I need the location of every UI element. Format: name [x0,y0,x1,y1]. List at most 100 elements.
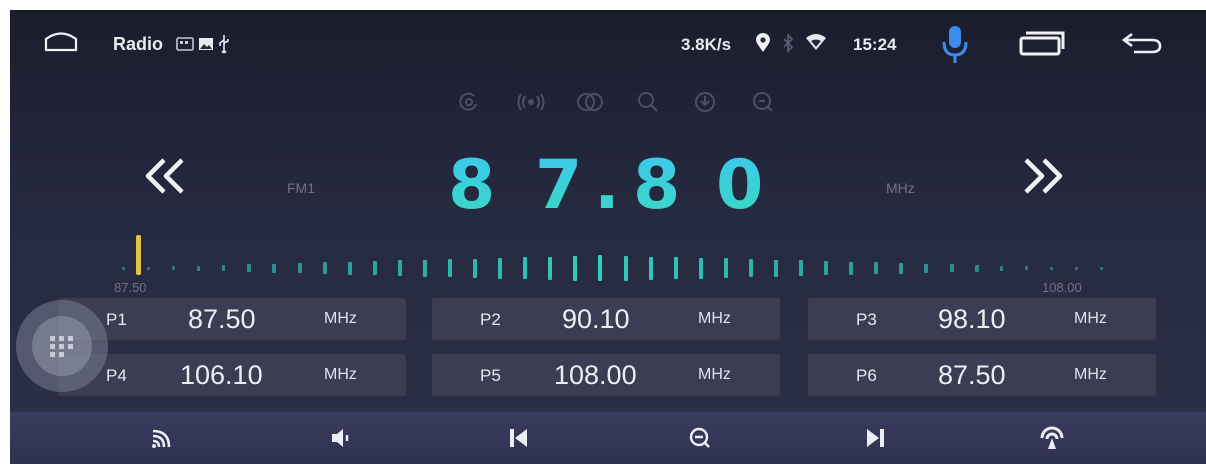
scale-tick [222,265,226,271]
stereo-icon[interactable] [517,90,545,114]
antenna-icon[interactable] [1038,424,1066,452]
frequency-digit: 8 [448,146,496,225]
preset-p3[interactable]: P3 98.10 MHz [808,298,1156,340]
scale-tick [297,263,302,273]
preset-p2[interactable]: P2 90.10 MHz [432,298,780,340]
preset-p5[interactable]: P5 108.00 MHz [432,354,780,396]
floating-menu-button[interactable] [16,300,108,392]
preset-label: P5 [480,366,501,385]
rds-icon[interactable] [457,90,481,114]
preset-frequency: 87.50 [938,360,1006,390]
preset-label: P1 [106,310,127,329]
scale-tick [698,257,703,279]
preset-label: P2 [480,310,501,329]
radio-screen: Radio 3.8K/s 15:24 FM1 8 7 . 8 0 MHz 87.… [10,10,1206,464]
scale-tick [448,259,452,277]
preset-frequency: 108.00 [554,360,637,390]
scale-tick [799,260,804,276]
recent-apps-icon[interactable] [1018,30,1066,56]
seek-forward-icon[interactable] [1020,156,1066,196]
clock: 15:24 [853,35,897,54]
image-icon [199,38,213,50]
loc-dx-icon[interactable] [575,90,605,114]
scale-tick [999,265,1003,271]
status-bar: Radio 3.8K/s 15:24 [10,10,1206,76]
volume-icon[interactable] [328,424,356,452]
scale-tick [573,255,578,281]
scale-min-label: 87.50 [114,280,147,295]
scale-tick [924,263,929,273]
scale-tick [899,262,904,274]
network-speed: 3.8K/s [681,35,732,54]
search-icon[interactable] [636,90,660,114]
back-icon[interactable] [1120,30,1164,56]
usb-icon [219,35,229,54]
frequency-digit: 0 [716,146,764,225]
preset-label: P6 [856,366,877,385]
scale-tick [723,258,728,278]
band-label: FM1 [287,180,315,196]
scale-tick [598,255,603,281]
sd-card-icon [176,37,194,51]
preset-unit: MHz [698,310,731,327]
scale-tick [974,264,979,272]
scale-tick [1049,266,1053,270]
bottom-control-bar [10,412,1206,464]
zoom-out-icon[interactable] [686,424,714,452]
signal-icon[interactable] [148,424,176,452]
zoom-icon[interactable] [751,90,775,114]
preset-p4[interactable]: P4 106.10 MHz [58,354,406,396]
seek-backward-icon[interactable] [142,156,188,196]
frequency-digit: 8 [633,146,681,225]
preset-frequency: 87.50 [188,304,256,334]
frequency-decimal-point: . [594,146,620,225]
preset-unit: MHz [324,366,357,383]
preset-unit: MHz [698,366,731,383]
scale-tick [648,256,653,280]
scale-tick [172,266,176,270]
frequency-unit: MHz [886,180,915,196]
scale-tick [473,258,478,278]
preset-unit: MHz [324,310,357,327]
frequency-digit: 7 [535,146,583,225]
previous-icon[interactable] [505,424,533,452]
scale-tick [1024,266,1028,270]
preset-frequency: 98.10 [938,304,1006,334]
scale-tick [949,264,954,272]
scale-tick [197,265,201,271]
scale-tick [322,262,327,274]
scale-tick [347,261,352,275]
scale-tick [422,259,427,277]
preset-p1[interactable]: P1 87.50 MHz [58,298,406,340]
scale-tick [372,261,377,275]
scale-max-label: 108.00 [1042,280,1082,295]
scale-tick [523,257,528,279]
preset-p6[interactable]: P6 87.50 MHz [808,354,1156,396]
preset-unit: MHz [1074,366,1107,383]
scale-tick [1074,266,1078,270]
scale-tick [673,257,678,279]
scale-tick [774,259,778,277]
app-title: Radio [113,34,164,54]
microphone-icon[interactable] [940,24,970,66]
next-icon[interactable] [861,424,889,452]
home-icon[interactable] [43,30,79,52]
scale-tick [272,263,277,273]
preset-frequency: 90.10 [562,304,630,334]
preset-label: P3 [856,310,877,329]
tuning-needle[interactable] [136,235,142,275]
scale-tick [1100,266,1103,270]
scan-icon[interactable] [693,90,717,114]
preset-label: P4 [106,366,127,385]
scale-tick [397,260,402,276]
scale-tick [849,261,854,275]
location-icon [756,33,770,52]
scale-tick [498,257,503,279]
wifi-icon [806,34,826,50]
preset-frequency: 106.10 [180,360,263,390]
scale-tick [247,264,252,272]
frequency-scale[interactable] [10,234,1206,286]
grid-icon [50,336,73,357]
bluetooth-icon [783,33,794,53]
scale-tick [874,262,879,274]
